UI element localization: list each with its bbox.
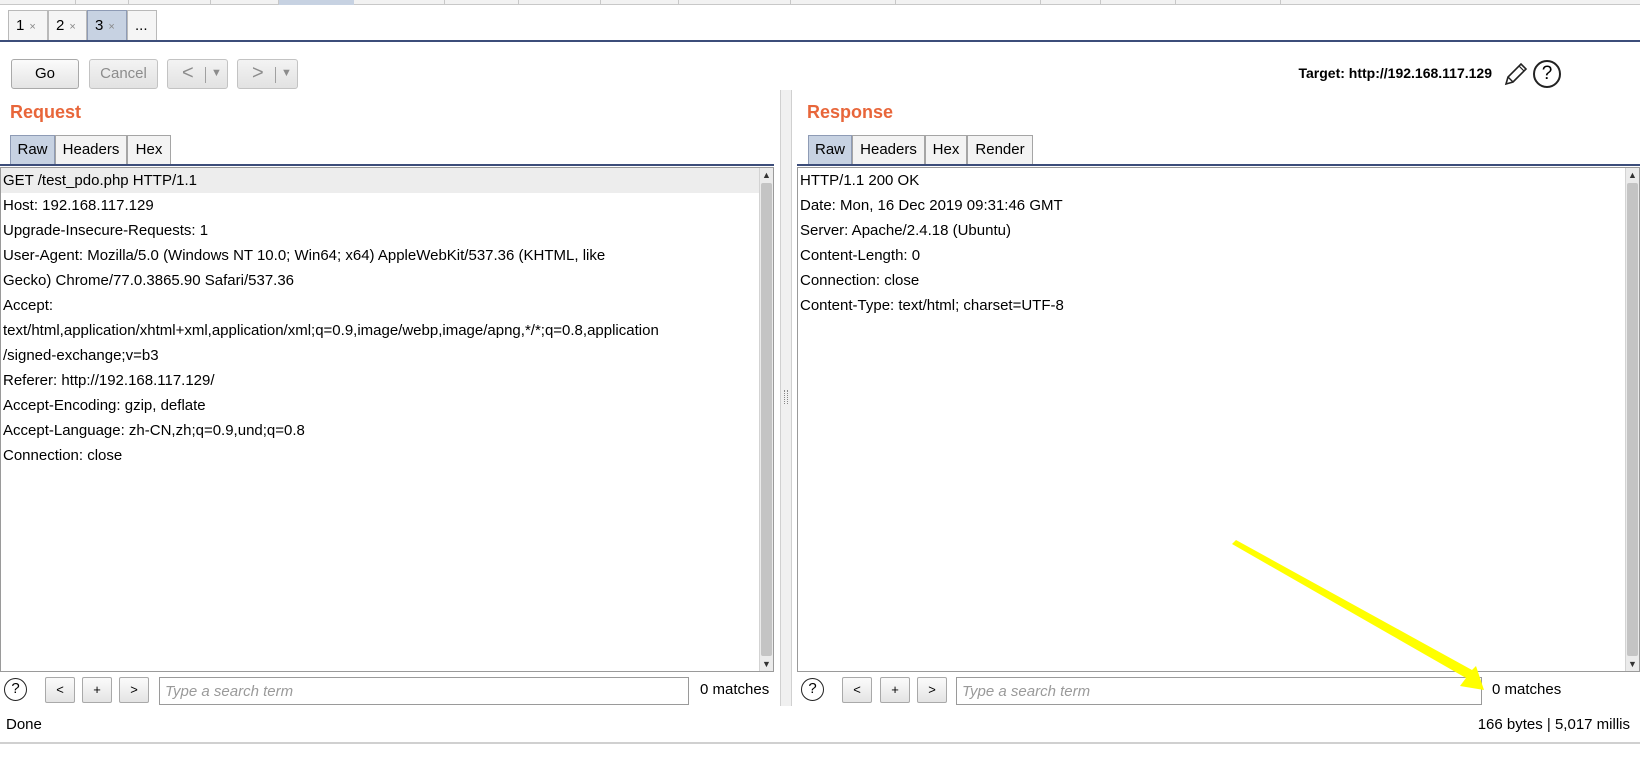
edit-target-pencil-icon[interactable]: [1502, 60, 1530, 88]
request-title: Request: [10, 102, 82, 122]
request-editor[interactable]: GET /test_pdo.php HTTP/1.1 Host: 192.168…: [0, 167, 774, 672]
request-match-count: 0 matches: [700, 681, 770, 698]
cancel-button[interactable]: Cancel: [89, 59, 158, 89]
request-line: text/html,application/xhtml+xml,applicat…: [3, 322, 659, 339]
request-search-prev-button[interactable]: <: [45, 677, 75, 703]
response-scrollbar[interactable]: ▲ ▼: [1625, 168, 1639, 671]
splitter-grip[interactable]: [784, 390, 788, 404]
response-title: Response: [807, 102, 894, 122]
scrollbar-thumb[interactable]: [1627, 183, 1638, 656]
request-line: Connection: close: [3, 447, 123, 464]
status-text: Done: [6, 716, 42, 733]
go-button[interactable]: Go: [11, 59, 79, 89]
forward-button[interactable]: > ▼: [237, 59, 298, 89]
scroll-up-icon[interactable]: ▲: [760, 168, 773, 182]
dropdown-icon[interactable]: ▼: [211, 60, 222, 87]
scroll-down-icon[interactable]: ▼: [1626, 657, 1639, 671]
close-icon[interactable]: ×: [29, 21, 35, 33]
response-search-prev-button[interactable]: <: [842, 677, 872, 703]
help-icon[interactable]: ?: [1533, 60, 1561, 88]
dropdown-icon[interactable]: ▼: [281, 60, 292, 87]
response-tab-render[interactable]: Render: [967, 135, 1033, 165]
tab-underline: [0, 40, 1640, 42]
back-button[interactable]: < ▼: [167, 59, 228, 89]
response-line: Server: Apache/2.4.18 (Ubuntu): [800, 222, 1011, 239]
forward-arrow-icon: >: [252, 62, 264, 84]
close-icon[interactable]: ×: [69, 21, 75, 33]
request-search-input[interactable]: [159, 677, 689, 705]
pane-splitter[interactable]: [780, 90, 792, 706]
response-text[interactable]: HTTP/1.1 200 OK Date: Mon, 16 Dec 2019 0…: [798, 168, 1625, 318]
request-line: Referer: http://192.168.117.129/: [3, 372, 215, 389]
response-search-input[interactable]: [956, 677, 1482, 705]
response-line: Content-Type: text/html; charset=UTF-8: [800, 297, 1064, 314]
response-stats: 166 bytes | 5,017 millis: [1477, 716, 1630, 733]
response-match-count: 0 matches: [1492, 681, 1562, 698]
tab-label: 1: [16, 17, 25, 34]
response-search-next-button[interactable]: >: [917, 677, 947, 703]
request-tab-underline: [0, 164, 774, 166]
response-tab-hex[interactable]: Hex: [925, 135, 967, 165]
back-arrow-icon: <: [182, 62, 194, 84]
tab-label: ...: [135, 17, 148, 34]
request-scrollbar[interactable]: ▲ ▼: [759, 168, 773, 671]
repeater-tabs: 1 × 2 × 3 × ...: [0, 6, 1640, 42]
request-tab-hex[interactable]: Hex: [127, 135, 171, 165]
repeater-tab-3[interactable]: 3 ×: [87, 10, 127, 41]
tab-label: 2: [56, 17, 65, 34]
target-label: Target: http://192.168.117.129: [1298, 65, 1493, 81]
request-tab-headers[interactable]: Headers: [55, 135, 127, 165]
response-tab-raw[interactable]: Raw: [808, 135, 852, 165]
request-line: Accept:: [3, 297, 54, 314]
close-icon[interactable]: ×: [108, 21, 114, 33]
response-line: HTTP/1.1 200 OK: [800, 172, 920, 189]
bottom-edge: [0, 742, 1640, 776]
request-line: Accept-Encoding: gzip, deflate: [3, 397, 206, 414]
tab-label: 3: [95, 17, 104, 34]
request-line: Gecko) Chrome/77.0.3865.90 Safari/537.36: [3, 272, 295, 289]
repeater-tab-2[interactable]: 2 ×: [48, 10, 87, 41]
response-line: Content-Length: 0: [800, 247, 921, 264]
request-line: /signed-exchange;v=b3: [3, 347, 159, 364]
repeater-tab-1[interactable]: 1 ×: [8, 10, 48, 41]
request-line: Accept-Language: zh-CN,zh;q=0.9,und;q=0.…: [3, 422, 305, 439]
response-search-help-icon[interactable]: ?: [801, 678, 824, 701]
new-tab-button[interactable]: ...: [127, 10, 157, 41]
response-line: Connection: close: [800, 272, 920, 289]
separator: [275, 67, 276, 83]
request-text[interactable]: GET /test_pdo.php HTTP/1.1 Host: 192.168…: [1, 168, 759, 468]
response-tab-headers[interactable]: Headers: [852, 135, 925, 165]
request-search-next-button[interactable]: >: [119, 677, 149, 703]
request-line: Upgrade-Insecure-Requests: 1: [3, 222, 209, 239]
bottom-border: [0, 742, 1640, 744]
request-search-add-button[interactable]: +: [82, 677, 112, 703]
response-editor[interactable]: HTTP/1.1 200 OK Date: Mon, 16 Dec 2019 0…: [797, 167, 1640, 672]
response-search-add-button[interactable]: +: [880, 677, 910, 703]
request-line: GET /test_pdo.php HTTP/1.1: [1, 168, 759, 193]
request-search-help-icon[interactable]: ?: [4, 678, 27, 701]
parent-tab-strip: [0, 0, 1640, 5]
request-line: User-Agent: Mozilla/5.0 (Windows NT 10.0…: [3, 247, 606, 264]
scroll-up-icon[interactable]: ▲: [1626, 168, 1639, 182]
separator: [205, 67, 206, 83]
response-line: Date: Mon, 16 Dec 2019 09:31:46 GMT: [800, 197, 1063, 214]
scrollbar-thumb[interactable]: [761, 183, 772, 656]
request-line: Host: 192.168.117.129: [3, 197, 154, 214]
response-tab-underline: [797, 164, 1640, 166]
request-tab-raw[interactable]: Raw: [10, 135, 55, 165]
scroll-down-icon[interactable]: ▼: [760, 657, 773, 671]
